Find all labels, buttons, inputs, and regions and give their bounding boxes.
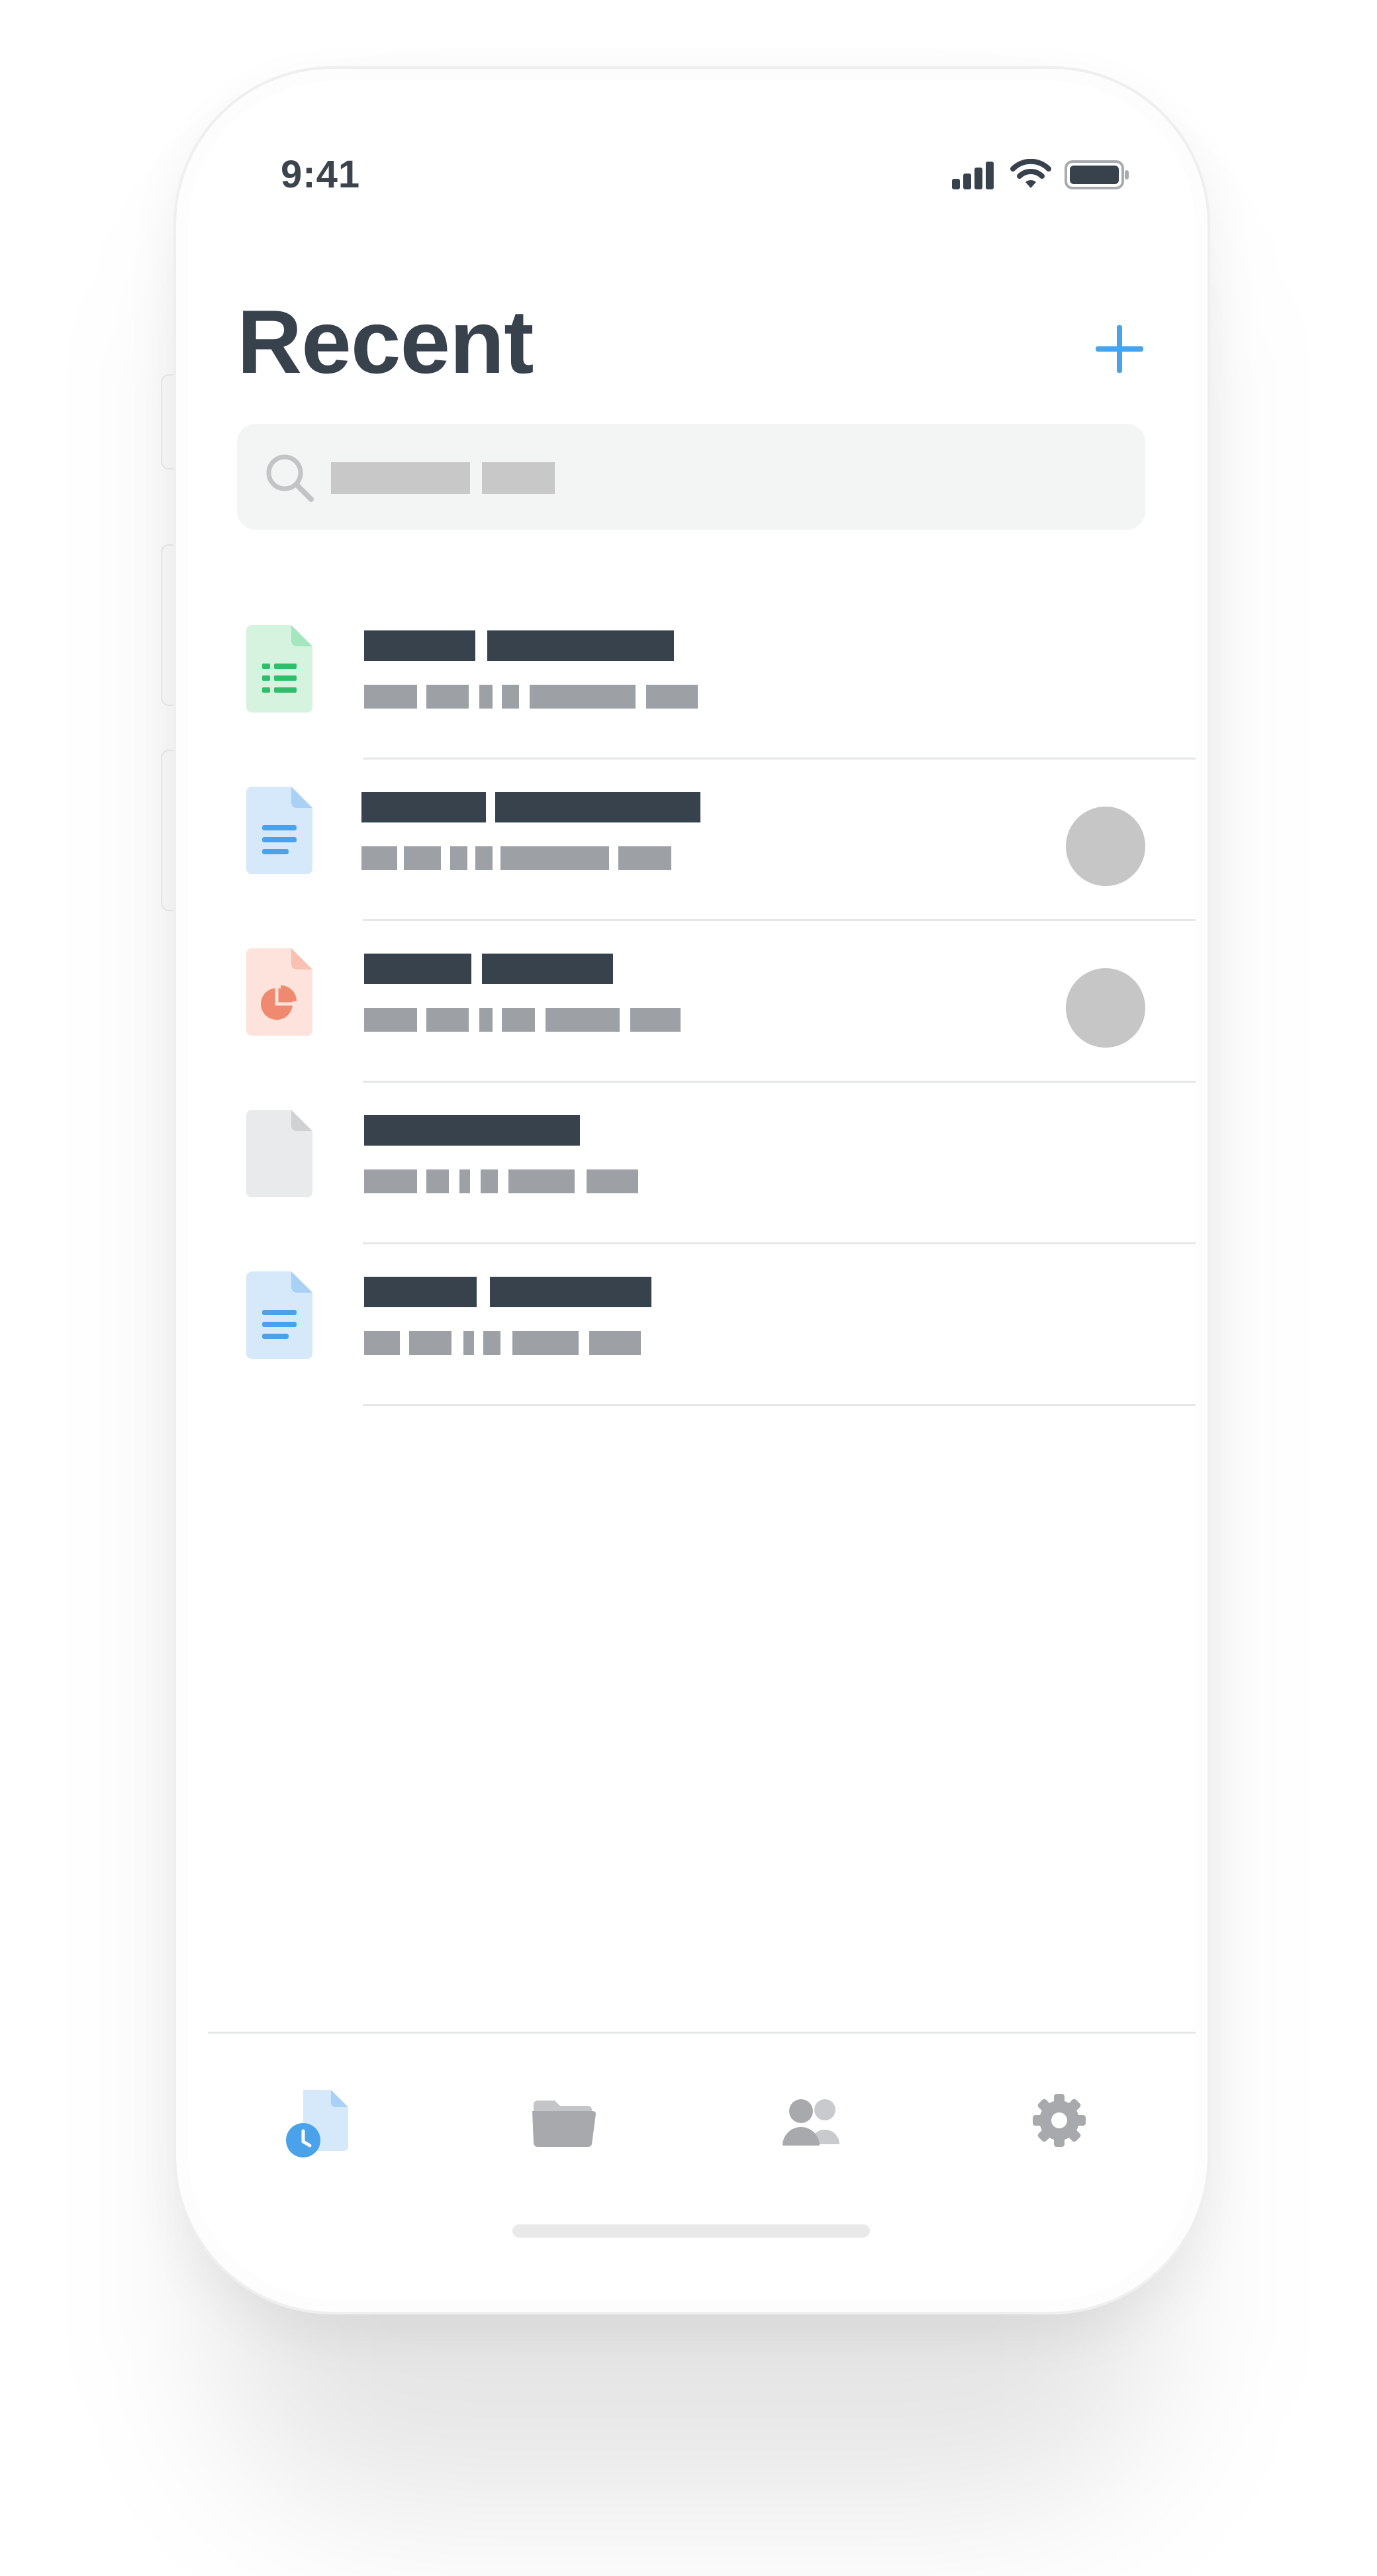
home-indicator[interactable]: [512, 2224, 870, 2238]
generic-file-icon: [246, 1110, 312, 1201]
list-item[interactable]: [188, 1089, 1196, 1250]
file-meta-redacted: [409, 1331, 451, 1355]
phone-frame: 9:41 Recent: [173, 66, 1210, 2314]
presentation-file-icon: [246, 948, 312, 1039]
file-name-redacted: [495, 792, 700, 822]
file-name-redacted: [361, 792, 486, 822]
file-name-redacted: [364, 630, 475, 661]
file-meta-redacted: [630, 1008, 681, 1032]
file-meta-redacted: [502, 1008, 535, 1032]
file-meta-redacted: [481, 1169, 498, 1193]
file-meta-redacted: [587, 1169, 638, 1193]
file-meta-redacted: [361, 846, 397, 870]
recent-files-icon: [286, 2090, 348, 2157]
file-meta-redacted: [475, 846, 493, 870]
file-meta-redacted: [463, 1331, 474, 1355]
row-separator: [363, 1404, 1196, 1406]
people-icon: [783, 2099, 839, 2146]
list-item[interactable]: [188, 1250, 1196, 1412]
tab-files[interactable]: [516, 2074, 609, 2167]
file-meta-redacted: [502, 685, 519, 709]
folder-icon: [532, 2101, 596, 2148]
file-meta-redacted: [646, 685, 698, 709]
list-item[interactable]: [188, 927, 1196, 1089]
list-item[interactable]: [188, 604, 1196, 766]
file-name-redacted: [364, 954, 471, 984]
spreadsheet-file-icon: [246, 625, 312, 716]
file-name-redacted: [487, 630, 674, 661]
tab-settings[interactable]: [1013, 2074, 1106, 2167]
file-meta-redacted: [450, 846, 467, 870]
status-icons: [951, 158, 1131, 194]
file-meta-redacted: [546, 1008, 620, 1032]
file-meta-redacted: [426, 1008, 469, 1032]
search-placeholder-redacted: [331, 462, 470, 494]
file-meta-redacted: [364, 1008, 417, 1032]
plus-icon: [1096, 325, 1143, 373]
file-meta-redacted: [618, 846, 671, 870]
tab-recent[interactable]: [267, 2074, 360, 2167]
tab-bar-divider: [208, 2032, 1196, 2034]
file-meta-redacted: [459, 1169, 470, 1193]
file-name-redacted: [364, 1277, 477, 1307]
file-meta-redacted: [530, 685, 636, 709]
avatar[interactable]: [1066, 968, 1145, 1048]
page-title: Recent: [237, 291, 534, 392]
search-placeholder-redacted: [482, 462, 555, 494]
file-name-redacted: [364, 1115, 580, 1146]
device-stage: 9:41 Recent: [0, 0, 1377, 2576]
file-meta-redacted: [589, 1331, 641, 1355]
cellular-signal-icon: [951, 160, 997, 193]
tab-shared[interactable]: [765, 2074, 858, 2167]
file-meta-redacted: [404, 846, 441, 870]
file-meta-redacted: [426, 685, 469, 709]
file-meta-redacted: [512, 1331, 579, 1355]
file-meta-redacted: [483, 1331, 500, 1355]
row-separator: [363, 919, 1196, 921]
wifi-icon: [1009, 158, 1053, 194]
list-item[interactable]: [188, 766, 1196, 927]
gear-icon: [1033, 2094, 1086, 2147]
document-file-icon: [246, 1271, 312, 1362]
status-time: 9:41: [281, 153, 361, 196]
row-separator: [363, 1242, 1196, 1244]
file-name-redacted: [482, 954, 613, 984]
add-button[interactable]: [1090, 319, 1149, 379]
row-separator: [363, 758, 1196, 760]
file-meta-redacted: [500, 846, 609, 870]
document-file-icon: [246, 787, 312, 877]
file-meta-redacted: [479, 685, 493, 709]
search-input[interactable]: [237, 424, 1145, 530]
app-screen: 9:41 Recent: [188, 81, 1196, 2300]
search-icon: [263, 452, 316, 508]
file-meta-redacted: [364, 1169, 417, 1193]
file-meta-redacted: [508, 1169, 575, 1193]
avatar[interactable]: [1066, 807, 1145, 886]
row-separator: [363, 1081, 1196, 1083]
file-name-redacted: [490, 1277, 651, 1307]
file-meta-redacted: [479, 1008, 493, 1032]
file-meta-redacted: [426, 1169, 449, 1193]
battery-icon: [1065, 160, 1131, 193]
file-meta-redacted: [364, 1331, 400, 1355]
file-meta-redacted: [364, 685, 417, 709]
